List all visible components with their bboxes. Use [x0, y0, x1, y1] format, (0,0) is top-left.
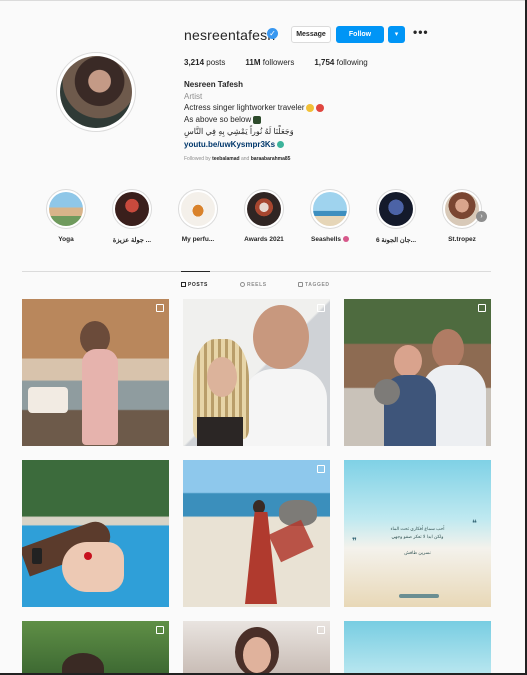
tag-icon [298, 282, 303, 287]
posts-count: 3,214 posts [184, 58, 226, 67]
tab-posts[interactable]: POSTS [181, 282, 208, 288]
grid-icon [181, 282, 186, 287]
heart-emoji-icon [316, 103, 325, 112]
post-thumbnail[interactable] [22, 460, 169, 607]
chevron-right-icon: › [480, 213, 483, 220]
tab-tagged[interactable]: TAGGED [298, 282, 330, 288]
active-tab-indicator [181, 271, 210, 272]
post-thumbnail[interactable] [22, 299, 169, 446]
post-thumbnail[interactable] [344, 299, 491, 446]
chevron-down-icon: ▾ [394, 31, 399, 38]
highlights-next-button[interactable]: › [476, 211, 487, 222]
post-thumbnail[interactable] [183, 621, 330, 673]
followed-by-text: Followed by teebalamad and baraabarahma8… [184, 156, 291, 162]
post-thumbnail[interactable]: ❝ أحب سماع أفكاري تحت الماء ولكن ابدا لا… [344, 460, 491, 607]
suggested-dropdown-button[interactable]: ▾ [388, 26, 405, 43]
bio-line-2: As above so below [184, 115, 262, 124]
profile-stats: 3,214 posts 11M followers 1,754 followin… [184, 58, 368, 67]
top-border [0, 0, 527, 3]
multiple-photos-icon [156, 626, 164, 634]
highlight-perfume[interactable]: My perfu... [176, 189, 220, 243]
multiple-photos-icon [317, 304, 325, 312]
verified-badge-icon: ✓ [267, 28, 278, 39]
follow-button[interactable]: Follow [336, 26, 384, 43]
followed-user-link[interactable]: baraabarahma85 [251, 156, 291, 162]
multiple-photos-icon [478, 304, 486, 312]
check-emoji-icon [277, 141, 285, 149]
profile-full-name: Nesreen Tafesh [184, 80, 243, 89]
bio-line-3: وَجَعَلْنَا لَهُ نُوراً يَمْشِي بِهِ فِي… [184, 127, 294, 136]
profile-link[interactable]: youtu.be/uwKysmpr3Ks [184, 140, 285, 149]
reels-icon [240, 282, 245, 287]
multiple-photos-icon [317, 465, 325, 473]
leaf-emoji-icon [253, 115, 262, 124]
bio-line-1: Actress singer lightworker traveler [184, 103, 325, 112]
profile-category: Artist [184, 92, 203, 101]
message-button[interactable]: Message [291, 26, 331, 43]
highlight-yoga[interactable]: Yoga [44, 189, 88, 243]
highlight-tour[interactable]: جولة عزيزة ... [110, 189, 154, 244]
smile-emoji-icon [306, 103, 315, 112]
tabs-divider [22, 271, 491, 272]
profile-username: nesreentafesh [184, 27, 276, 43]
multiple-photos-icon [317, 626, 325, 634]
tab-reels[interactable]: REELS [240, 282, 267, 288]
post-thumbnail[interactable] [344, 621, 491, 673]
followed-user-link[interactable]: teebalamad [212, 156, 240, 162]
multiple-photos-icon [156, 304, 164, 312]
followers-count[interactable]: 11M followers [245, 58, 294, 67]
following-count[interactable]: 1,754 following [314, 58, 367, 67]
post-thumbnail[interactable] [183, 460, 330, 607]
shell-emoji-icon [343, 236, 349, 243]
more-options-icon[interactable]: ••• [413, 25, 429, 39]
highlight-festival[interactable]: جان الجونة 6... [374, 189, 418, 244]
profile-avatar[interactable] [56, 52, 136, 132]
highlight-seashells[interactable]: Seashells [308, 189, 352, 243]
post-thumbnail[interactable] [22, 621, 169, 673]
highlight-awards[interactable]: Awards 2021 [242, 189, 286, 243]
post-thumbnail[interactable] [183, 299, 330, 446]
